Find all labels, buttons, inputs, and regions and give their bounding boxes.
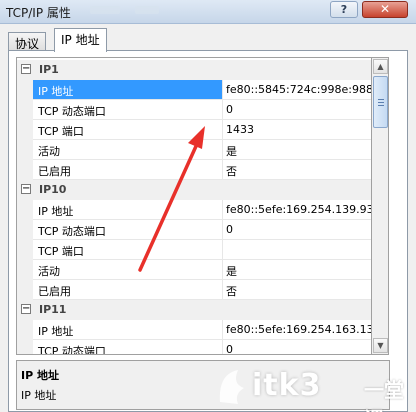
property-name: IP 地址 xyxy=(33,200,223,220)
scroll-down-icon[interactable]: ▼ xyxy=(373,338,388,353)
property-row[interactable]: TCP 动态端口 0 xyxy=(17,220,371,240)
property-value[interactable]: fe80::5efe:169.254.139.93%23 xyxy=(223,200,371,220)
category-row-ip1[interactable]: − IP1 xyxy=(17,60,371,80)
property-value[interactable]: fe80::5efe:169.254.163.135%24 xyxy=(223,320,371,340)
collapse-icon[interactable]: − xyxy=(21,64,31,74)
property-name: TCP 动态端口 xyxy=(33,340,223,354)
property-value[interactable] xyxy=(223,240,371,260)
collapse-icon[interactable]: − xyxy=(21,184,31,194)
scroll-thumb[interactable] xyxy=(373,76,388,128)
tab-ip-address[interactable]: IP 地址 xyxy=(54,28,107,52)
property-value[interactable]: 0 xyxy=(223,100,371,120)
watermark-logo-icon xyxy=(219,370,244,404)
property-row[interactable]: 活动 是 xyxy=(17,140,371,160)
property-name: 已启用 xyxy=(33,280,223,300)
property-name: 活动 xyxy=(33,140,223,160)
watermark-text: itk3 xyxy=(252,368,322,403)
category-label: IP11 xyxy=(39,303,67,316)
property-value[interactable]: 是 xyxy=(223,260,371,280)
property-row[interactable]: TCP 动态端口 0 xyxy=(17,340,371,354)
description-text: IP 地址 xyxy=(21,389,57,402)
property-name: IP 地址 xyxy=(33,80,223,100)
property-row[interactable]: 已启用 否 xyxy=(17,160,371,180)
property-value[interactable]: 否 xyxy=(223,160,371,180)
tab-protocol[interactable]: 协议 xyxy=(8,32,47,52)
category-label: IP10 xyxy=(39,183,67,196)
property-name: TCP 动态端口 xyxy=(33,100,223,120)
property-name: TCP 端口 xyxy=(33,120,223,140)
property-name: 已启用 xyxy=(33,160,223,180)
property-value[interactable]: 1433 xyxy=(223,120,371,140)
property-grid: − IP1 IP 地址 fe80::5845:724c:998e:9883%21… xyxy=(16,57,372,355)
property-name: TCP 动态端口 xyxy=(33,220,223,240)
tab-label: IP 地址 xyxy=(61,33,100,47)
property-row[interactable]: 活动 是 xyxy=(17,260,371,280)
property-row[interactable]: IP 地址 fe80::5845:724c:998e:9883%21 xyxy=(17,80,371,100)
help-button[interactable]: ? xyxy=(330,1,358,18)
category-row-ip11[interactable]: − IP11 xyxy=(17,300,371,320)
property-row[interactable]: TCP 端口 1433 xyxy=(17,120,371,140)
title-bar: TCP/IP 属性 ? ✕ xyxy=(0,0,416,24)
vertical-scrollbar[interactable]: ▲ ▼ xyxy=(372,57,389,355)
scroll-up-icon[interactable]: ▲ xyxy=(373,59,388,74)
category-row-ip10[interactable]: − IP10 xyxy=(17,180,371,200)
property-value[interactable]: 0 xyxy=(223,340,371,354)
property-row[interactable]: IP 地址 fe80::5efe:169.254.139.93%23 xyxy=(17,200,371,220)
tab-label: 协议 xyxy=(15,37,40,51)
property-value[interactable]: 否 xyxy=(223,280,371,300)
property-value[interactable]: 是 xyxy=(223,140,371,160)
property-name: 活动 xyxy=(33,260,223,280)
property-row[interactable]: IP 地址 fe80::5efe:169.254.163.135%24 xyxy=(17,320,371,340)
watermark-subtext: 一堂课 xyxy=(364,378,404,412)
property-name: IP 地址 xyxy=(33,320,223,340)
property-row[interactable]: 已启用 否 xyxy=(17,280,371,300)
watermark: itk3 一堂课 xyxy=(214,362,414,412)
close-button[interactable]: ✕ xyxy=(362,1,408,18)
property-value[interactable]: fe80::5845:724c:998e:9883%21 xyxy=(223,80,371,100)
title-ghost-text xyxy=(135,6,159,14)
description-title: IP 地址 xyxy=(21,369,59,382)
property-name: TCP 端口 xyxy=(33,240,223,260)
title-ghost-text xyxy=(90,6,120,14)
property-row[interactable]: TCP 端口 xyxy=(17,240,371,260)
property-value[interactable]: 0 xyxy=(223,220,371,240)
property-row[interactable]: TCP 动态端口 0 xyxy=(17,100,371,120)
collapse-icon[interactable]: − xyxy=(21,304,31,314)
category-label: IP1 xyxy=(39,63,59,76)
window-title: TCP/IP 属性 xyxy=(6,6,71,20)
